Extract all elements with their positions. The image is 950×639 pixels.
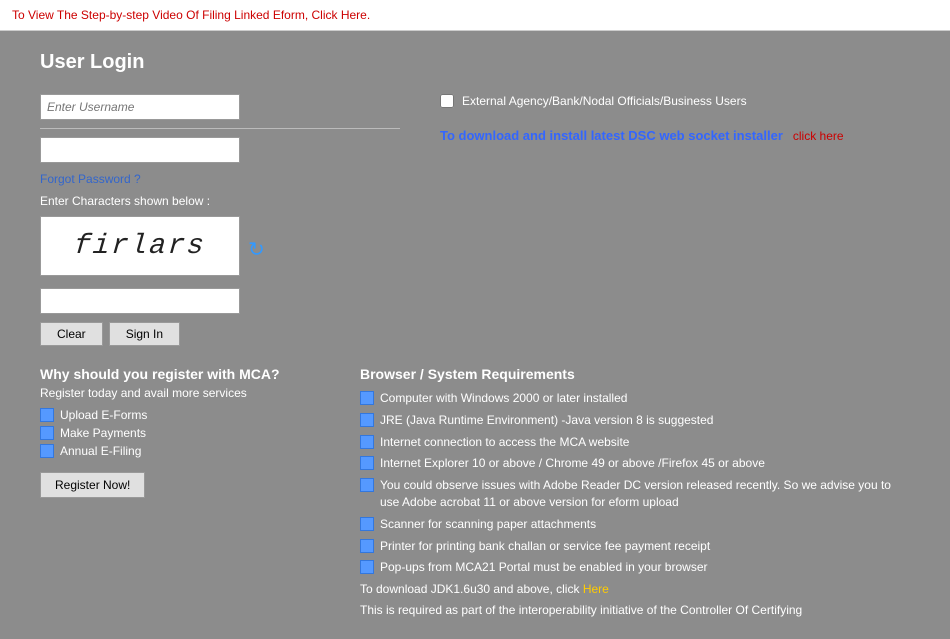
browser-item-1: Computer with Windows 2000 or later inst… xyxy=(360,390,910,407)
click-here-link[interactable]: Click Here. xyxy=(312,8,371,22)
dsc-text: To download and install latest DSC web s… xyxy=(440,128,783,143)
list-icon xyxy=(40,408,54,422)
register-title: Why should you register with MCA? xyxy=(40,366,340,382)
list-item: Upload E-Forms xyxy=(40,408,340,422)
register-now-button[interactable]: Register Now! xyxy=(40,472,145,498)
list-icon xyxy=(360,391,374,405)
captcha-box: firlars xyxy=(40,216,240,276)
list-icon xyxy=(40,444,54,458)
captcha-label: Enter Characters shown below : xyxy=(40,194,400,208)
browser-item-8: Pop-ups from MCA21 Portal must be enable… xyxy=(360,559,910,576)
browser-item-3: Internet connection to access the MCA we… xyxy=(360,434,910,451)
captcha-image-text: firlars xyxy=(73,231,207,262)
login-section: User Login Forgot Password ? Enter Chara… xyxy=(40,51,910,619)
signin-button[interactable]: Sign In xyxy=(109,322,180,346)
note-text-1: To download JDK1.6u30 and above, click H… xyxy=(360,581,910,598)
password-input[interactable] xyxy=(40,137,240,163)
captcha-label-row: Enter Characters shown below : xyxy=(40,194,400,208)
captcha-input-row xyxy=(40,282,400,314)
register-panel: Why should you register with MCA? Regist… xyxy=(40,366,340,619)
list-item: Annual E-Filing xyxy=(40,444,340,458)
list-icon xyxy=(360,435,374,449)
list-icon xyxy=(360,456,374,470)
button-row: Clear Sign In xyxy=(40,322,400,346)
left-panel: Forgot Password ? Enter Characters shown… xyxy=(40,94,400,346)
external-agency-checkbox[interactable] xyxy=(440,94,454,108)
username-input[interactable] xyxy=(40,94,240,120)
main-container: User Login Forgot Password ? Enter Chara… xyxy=(0,31,950,639)
refresh-captcha-icon[interactable]: ↻ xyxy=(248,237,265,262)
external-agency-row: External Agency/Bank/Nodal Officials/Bus… xyxy=(440,94,910,108)
forgot-password-link[interactable]: Forgot Password ? xyxy=(40,172,141,186)
register-item-1: Upload E-Forms xyxy=(60,408,147,422)
top-bar: To View The Step-by-step Video Of Filing… xyxy=(0,0,950,31)
note-text-2: This is required as part of the interope… xyxy=(360,602,910,619)
browser-item-2: JRE (Java Runtime Environment) -Java ver… xyxy=(360,412,910,429)
password-row xyxy=(40,137,400,163)
bottom-section: Why should you register with MCA? Regist… xyxy=(40,366,910,619)
list-icon xyxy=(360,539,374,553)
notice-text: To View The Step-by-step Video Of Filing… xyxy=(12,8,308,22)
browser-panel: Browser / System Requirements Computer w… xyxy=(360,366,910,619)
list-icon xyxy=(360,560,374,574)
browser-item-7: Printer for printing bank challan or ser… xyxy=(360,538,910,555)
captcha-input[interactable] xyxy=(40,288,240,314)
dsc-row: To download and install latest DSC web s… xyxy=(440,128,910,143)
list-item: Make Payments xyxy=(40,426,340,440)
register-subtitle: Register today and avail more services xyxy=(40,386,340,400)
dsc-link[interactable]: click here xyxy=(793,129,844,143)
register-item-2: Make Payments xyxy=(60,426,146,440)
browser-title: Browser / System Requirements xyxy=(360,366,910,382)
browser-list: Computer with Windows 2000 or later inst… xyxy=(360,390,910,576)
browser-item-6: Scanner for scanning paper attachments xyxy=(360,516,910,533)
login-title: User Login xyxy=(40,51,910,74)
external-agency-label: External Agency/Bank/Nodal Officials/Bus… xyxy=(462,94,747,108)
right-panel: External Agency/Bank/Nodal Officials/Bus… xyxy=(400,94,910,346)
divider xyxy=(40,128,400,129)
username-row xyxy=(40,94,400,120)
register-list: Upload E-Forms Make Payments Annual E-Fi… xyxy=(40,408,340,458)
list-icon xyxy=(360,517,374,531)
captcha-row: firlars ↻ xyxy=(40,216,400,282)
list-icon xyxy=(40,426,54,440)
list-icon xyxy=(360,478,374,492)
here-link[interactable]: Here xyxy=(583,582,609,596)
clear-button[interactable]: Clear xyxy=(40,322,103,346)
browser-item-4: Internet Explorer 10 or above / Chrome 4… xyxy=(360,455,910,472)
forgot-password-row: Forgot Password ? xyxy=(40,171,400,186)
browser-item-5: You could observe issues with Adobe Read… xyxy=(360,477,910,511)
login-form-area: Forgot Password ? Enter Characters shown… xyxy=(40,94,910,346)
register-item-3: Annual E-Filing xyxy=(60,444,141,458)
list-icon xyxy=(360,413,374,427)
